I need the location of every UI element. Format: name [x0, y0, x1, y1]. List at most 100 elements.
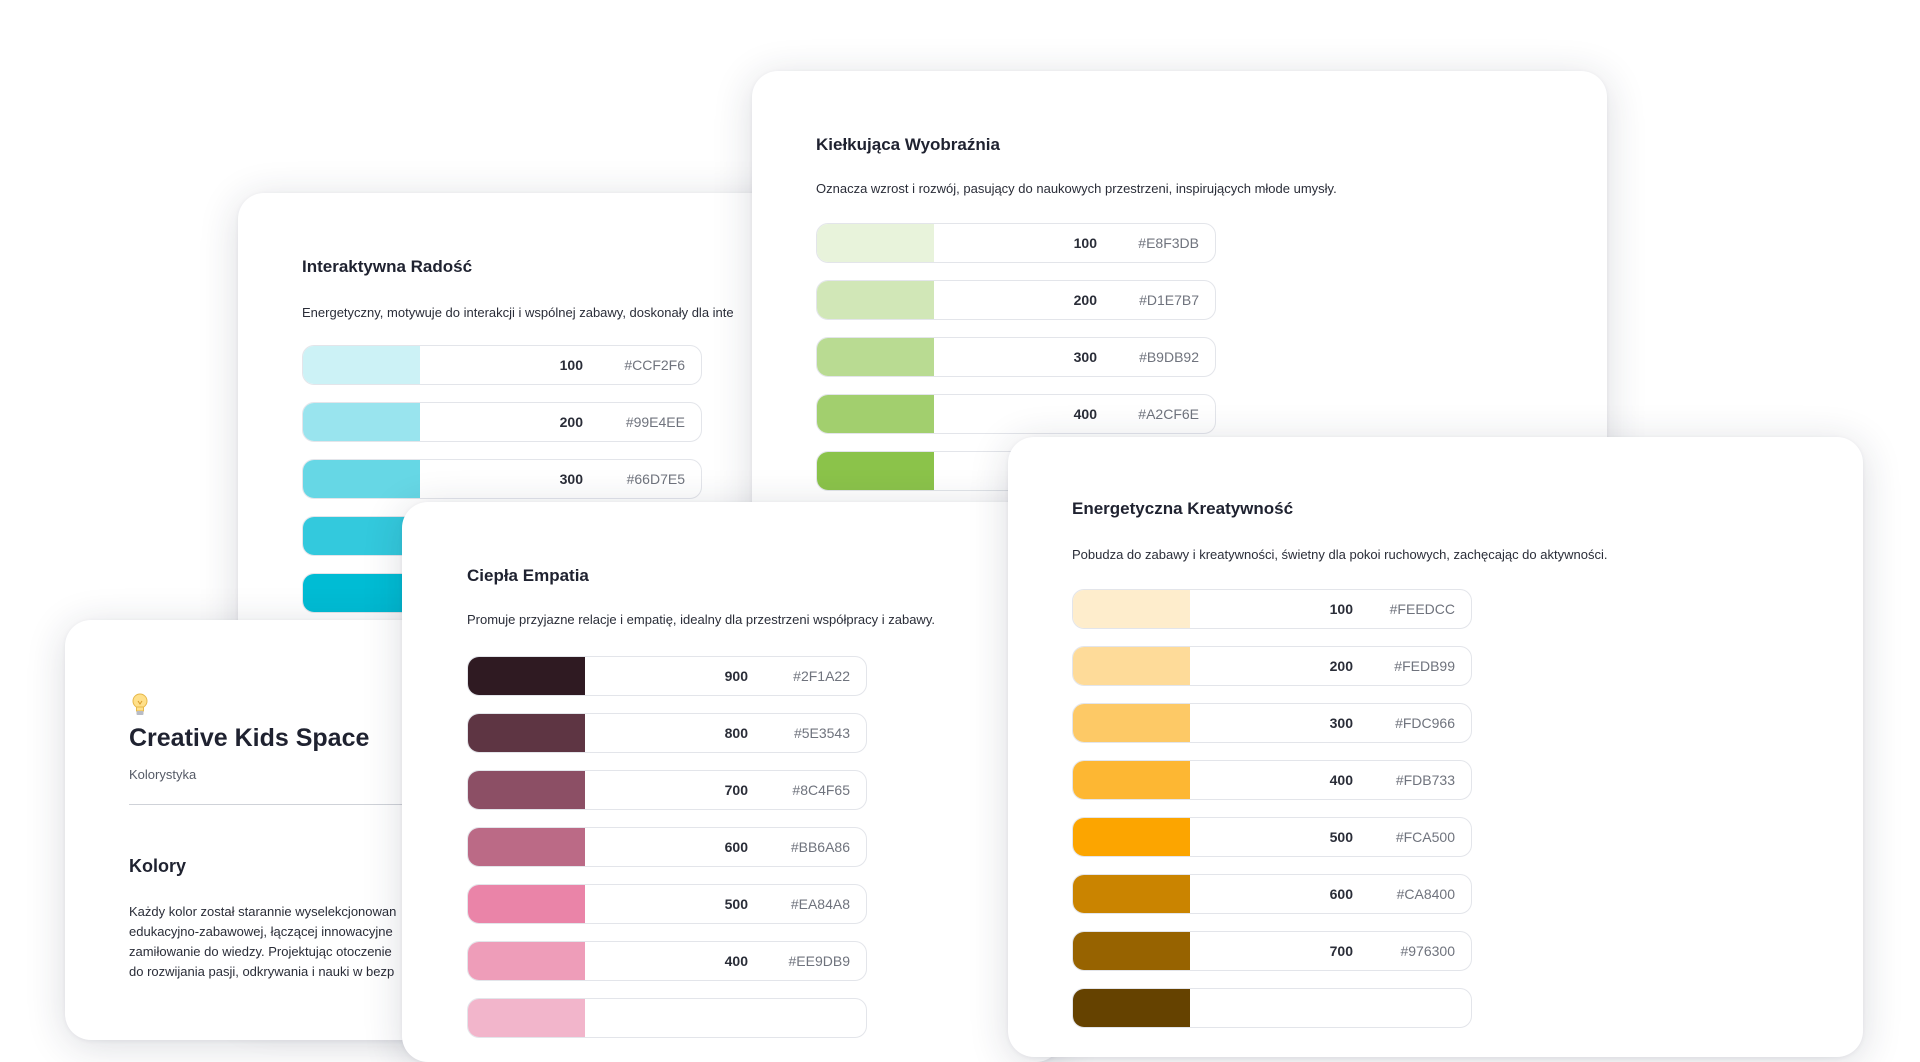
- swatch-hex-code: #EE9DB9: [788, 953, 850, 969]
- section-heading: Kolory: [129, 856, 187, 876]
- swatch-row[interactable]: 100 #FEEDCC: [1072, 589, 1472, 629]
- swatch-row[interactable]: 300 #B9DB92: [816, 337, 1216, 377]
- swatch-color-chip: [1073, 761, 1190, 799]
- swatch-color-chip: [817, 281, 934, 319]
- swatch-color-chip: [468, 714, 585, 752]
- page-subtitle: Kolorystyka: [129, 767, 197, 782]
- palette-description: Pobudza do zabawy i kreatywności, świetn…: [1072, 547, 1608, 562]
- swatch-shade: 200: [1329, 658, 1353, 674]
- swatch-row[interactable]: 600 #BB6A86: [467, 827, 867, 867]
- swatch-hex-code: #CCF2F6: [624, 357, 685, 373]
- swatch-shade: 300: [1329, 715, 1353, 731]
- swatch-row[interactable]: 300 #FDC966: [1072, 703, 1472, 743]
- swatch-shade: 400: [1073, 406, 1097, 422]
- swatch-hex-code: #BB6A86: [790, 839, 850, 855]
- palette-description: Energetyczny, motywuje do interakcji i w…: [302, 305, 734, 320]
- swatch-shade: 600: [1329, 886, 1353, 902]
- swatch-shade: 800: [724, 725, 748, 741]
- swatch-shade: 100: [559, 357, 583, 373]
- swatch-shade: 100: [1329, 601, 1353, 617]
- swatch-hex-code: #B9DB92: [1139, 349, 1199, 365]
- swatch-hex-code: #E8F3DB: [1138, 235, 1199, 251]
- swatch-row[interactable]: 800 #5E3543: [467, 713, 867, 753]
- swatch-shade: 700: [724, 782, 748, 798]
- swatch-row[interactable]: 200 #D1E7B7: [816, 280, 1216, 320]
- swatch-shade: 900: [724, 668, 748, 684]
- palette-title: Ciepła Empatia: [467, 566, 589, 585]
- swatch-row[interactable]: 100 #CCF2F6: [302, 345, 702, 385]
- swatch-color-chip: [468, 885, 585, 923]
- swatch-color-chip: [817, 395, 934, 433]
- swatch-color-chip: [468, 657, 585, 695]
- swatch-hex-code: #976300: [1400, 943, 1455, 959]
- swatch-row[interactable]: 400 #A2CF6E: [816, 394, 1216, 434]
- swatch-row[interactable]: 200 #99E4EE: [302, 402, 702, 442]
- swatch-color-chip: [468, 999, 585, 1037]
- swatch-hex-code: #A2CF6E: [1138, 406, 1199, 422]
- swatch-hex-code: #EA84A8: [790, 896, 850, 912]
- swatch-color-chip: [1073, 989, 1190, 1027]
- swatch-shade: 300: [1073, 349, 1097, 365]
- swatch-shade: 400: [1329, 772, 1353, 788]
- swatch-shade: 400: [724, 953, 748, 969]
- swatch-color-chip: [303, 346, 420, 384]
- swatch-row[interactable]: [1072, 988, 1472, 1028]
- swatch-color-chip: [468, 828, 585, 866]
- page-title: Creative Kids Space: [129, 724, 370, 752]
- swatch-shade: 100: [1073, 235, 1097, 251]
- swatch-hex-code: #FDC966: [1395, 715, 1455, 731]
- swatch-row[interactable]: 500 #EA84A8: [467, 884, 867, 924]
- swatch-row[interactable]: 700 #8C4F65: [467, 770, 867, 810]
- swatch-shade: 500: [1329, 829, 1353, 845]
- swatch-color-chip: [1073, 932, 1190, 970]
- lightbulb-icon: [132, 693, 148, 715]
- swatch-shade: 200: [1073, 292, 1097, 308]
- swatch-row[interactable]: 400 #EE9DB9: [467, 941, 867, 981]
- swatch-hex-code: #5E3543: [793, 725, 850, 741]
- swatch-hex-code: #66D7E5: [626, 471, 685, 487]
- swatch-hex-code: #2F1A22: [793, 668, 850, 684]
- swatch-hex-code: #FCA500: [1395, 829, 1455, 845]
- palette-card-energetyczna-kreatywnosc: Energetyczna Kreatywność Pobudza do zaba…: [1008, 437, 1863, 1057]
- swatch-color-chip: [817, 224, 934, 262]
- swatch-row[interactable]: 200 #FEDB99: [1072, 646, 1472, 686]
- swatch-row[interactable]: 400 #FDB733: [1072, 760, 1472, 800]
- swatch-shade: 200: [559, 414, 583, 430]
- palette-description: Promuje przyjazne relacje i empatię, ide…: [467, 612, 935, 627]
- swatch-hex-code: #99E4EE: [625, 414, 685, 430]
- swatch-row[interactable]: [467, 998, 867, 1038]
- swatch-hex-code: #FEDB99: [1394, 658, 1455, 674]
- swatch-shade: 300: [559, 471, 583, 487]
- swatch-hex-code: #CA8400: [1396, 886, 1455, 902]
- palette-description: Oznacza wzrost i rozwój, pasujący do nau…: [816, 181, 1337, 196]
- swatch-row[interactable]: 700 #976300: [1072, 931, 1472, 971]
- swatch-shade: 500: [724, 896, 748, 912]
- swatch-color-chip: [1073, 818, 1190, 856]
- palette-card-ciepla-empatia: Ciepła Empatia Promuje przyjazne relacje…: [402, 502, 1062, 1062]
- palette-title: Interaktywna Radość: [302, 257, 473, 276]
- swatch-color-chip: [1073, 647, 1190, 685]
- swatch-color-chip: [1073, 875, 1190, 913]
- swatch-color-chip: [468, 771, 585, 809]
- swatch-row[interactable]: 500 #FCA500: [1072, 817, 1472, 857]
- swatch-hex-code: #FEEDCC: [1389, 601, 1455, 617]
- swatch-hex-code: #FDB733: [1395, 772, 1455, 788]
- swatch-list: 100 #FEEDCC 200 #FEDB99 300 #FDC966 400 #FDB733…: [1072, 589, 1472, 1045]
- swatch-row[interactable]: 100 #E8F3DB: [816, 223, 1216, 263]
- swatch-hex-code: #D1E7B7: [1139, 292, 1199, 308]
- swatch-color-chip: [1073, 704, 1190, 742]
- palette-title: Energetyczna Kreatywność: [1072, 499, 1294, 518]
- swatch-row[interactable]: 300 #66D7E5: [302, 459, 702, 499]
- swatch-row[interactable]: 900 #2F1A22: [467, 656, 867, 696]
- swatch-color-chip: [303, 460, 420, 498]
- swatch-list: 900 #2F1A22 800 #5E3543 700 #8C4F65 600 #BB6A86…: [467, 656, 867, 1055]
- swatch-color-chip: [468, 942, 585, 980]
- swatch-color-chip: [1073, 590, 1190, 628]
- swatch-shade: 700: [1329, 943, 1353, 959]
- swatch-shade: 600: [724, 839, 748, 855]
- swatch-color-chip: [303, 403, 420, 441]
- palette-title: Kiełkująca Wyobraźnia: [816, 135, 1000, 154]
- swatch-row[interactable]: 600 #CA8400: [1072, 874, 1472, 914]
- swatch-color-chip: [817, 452, 934, 490]
- swatch-hex-code: #8C4F65: [792, 782, 850, 798]
